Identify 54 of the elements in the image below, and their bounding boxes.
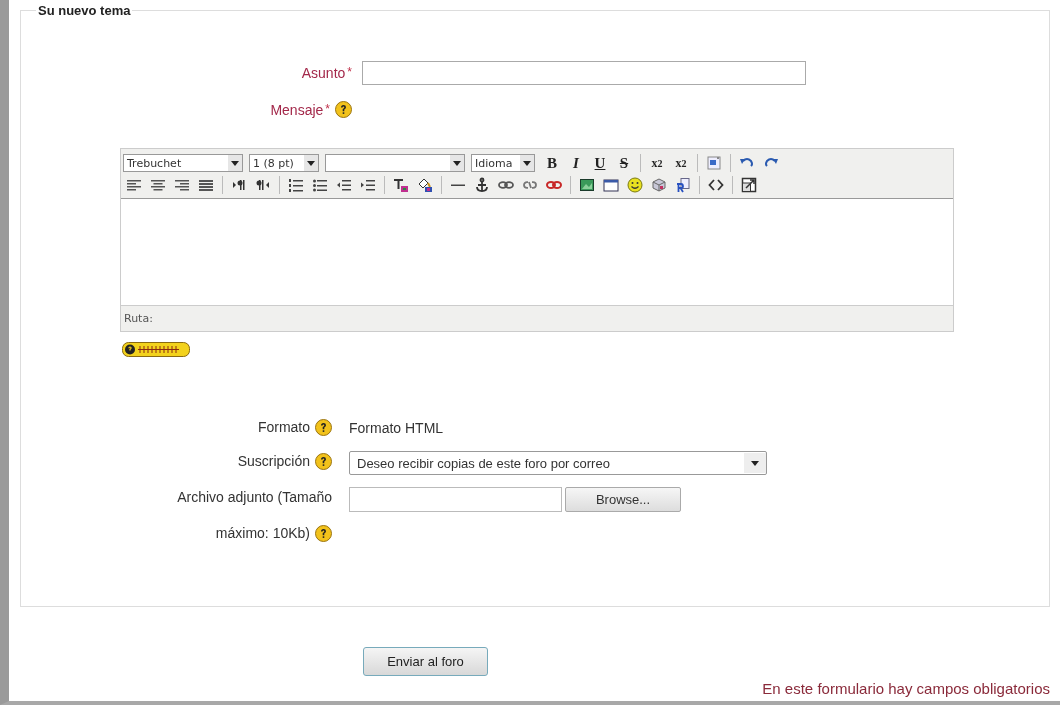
font-select[interactable]: Trebuchet — [123, 154, 243, 172]
dropdown-arrow-icon — [231, 160, 239, 166]
browse-button[interactable]: Browse... — [565, 487, 681, 512]
subject-field[interactable] — [362, 61, 806, 85]
help-icon[interactable] — [335, 101, 352, 118]
help-icon[interactable] — [315, 452, 332, 470]
bold-button[interactable]: B — [541, 153, 563, 173]
dropdown-arrow-icon — [307, 160, 315, 166]
numbered-list-icon[interactable] — [288, 177, 304, 193]
field-label: Mensaje* — [270, 101, 330, 118]
format-select[interactable] — [325, 154, 465, 172]
text-color-icon[interactable] — [393, 177, 409, 193]
table-icon[interactable] — [603, 177, 619, 193]
field-value: Formato HTML — [349, 419, 444, 438]
dropdown-arrow-icon — [523, 160, 531, 166]
paste-document-icon[interactable] — [706, 155, 722, 171]
anchor-icon[interactable] — [474, 177, 490, 193]
submit-button[interactable]: Enviar al foro — [363, 647, 488, 676]
dropdown-arrow-icon — [453, 160, 461, 166]
indent-icon[interactable] — [360, 177, 376, 193]
align-center-icon[interactable] — [150, 177, 166, 193]
subscription-select[interactable]: Deseo recibir copias de este foro por correo — [349, 451, 767, 475]
justify-icon[interactable] — [198, 177, 214, 193]
align-right-icon[interactable] — [174, 177, 190, 193]
image-icon[interactable] — [579, 177, 595, 193]
language-select[interactable]: Idioma — [471, 154, 535, 172]
right-to-left-icon[interactable] — [255, 177, 271, 193]
field-label: máximo: 10Kb) — [215, 524, 310, 543]
font-size-select[interactable]: 1 (8 pt) — [249, 154, 319, 172]
field-label: Archivo adjunto (Tamaño — [177, 488, 332, 507]
underline-button[interactable]: U — [589, 153, 611, 173]
align-left-icon[interactable] — [126, 177, 142, 193]
code-icon[interactable] — [708, 177, 724, 193]
field-label: Formato — [257, 418, 310, 437]
italic-button[interactable]: I — [565, 153, 587, 173]
help-keyboard-icon[interactable] — [122, 342, 190, 357]
file-path-field[interactable] — [349, 487, 562, 512]
section-title: Su nuevo tema — [36, 3, 133, 18]
smiley-icon[interactable] — [627, 177, 643, 193]
field-label: Suscripción — [237, 452, 310, 471]
cube-icon[interactable] — [651, 177, 667, 193]
document-icon[interactable] — [675, 177, 691, 193]
strikethrough-button[interactable]: S — [613, 153, 635, 173]
fullscreen-icon[interactable] — [741, 177, 757, 193]
help-icon[interactable] — [315, 524, 332, 542]
path-label: Ruta: — [124, 312, 153, 325]
bullet-list-icon[interactable] — [312, 177, 328, 193]
outdent-icon[interactable] — [336, 177, 352, 193]
fill-color-icon[interactable] — [417, 177, 433, 193]
required-fields-note: En este formulario hay campos obligatorios — [762, 680, 1050, 697]
help-icon[interactable] — [315, 418, 332, 436]
dropdown-arrow-icon — [751, 460, 759, 466]
left-to-right-icon[interactable] — [231, 177, 247, 193]
field-label: Asunto* — [301, 65, 352, 81]
